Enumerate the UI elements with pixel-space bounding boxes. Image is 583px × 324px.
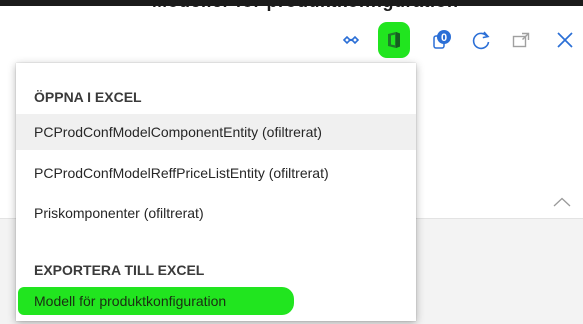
menu-item-export-model[interactable]: Modell för produktkonfiguration: [16, 283, 416, 319]
chevron-up-icon[interactable]: [553, 194, 571, 212]
office-dropdown-menu: ÖPPNA I EXCEL PCProdConfModelComponentEn…: [16, 63, 416, 321]
menu-item-component-entity[interactable]: PCProdConfModelComponentEntity (ofiltrer…: [16, 114, 416, 150]
attachments-badge: 0: [441, 32, 447, 44]
office-icon[interactable]: [383, 18, 405, 62]
menu-item-price-components[interactable]: Priskomponenter (ofiltrerat): [16, 195, 416, 231]
export-to-excel-header: EXPORTERA TILL EXCEL: [34, 262, 205, 278]
menu-item-reff-price-list-entity[interactable]: PCProdConfModelReffPriceListEntity (ofil…: [16, 155, 416, 191]
refresh-icon[interactable]: [468, 18, 494, 62]
window-title-bar: Modeller för produktkonfiguration: [0, 0, 583, 18]
attachments-icon[interactable]: 0: [430, 18, 454, 62]
window-title: Modeller för produktkonfiguration: [152, 0, 459, 11]
open-in-excel-header: ÖPPNA I EXCEL: [34, 89, 142, 105]
diamond-link-icon[interactable]: [340, 18, 362, 62]
close-icon[interactable]: [553, 18, 577, 62]
action-toolbar: 0: [0, 18, 583, 62]
open-new-window-icon[interactable]: [510, 18, 532, 62]
